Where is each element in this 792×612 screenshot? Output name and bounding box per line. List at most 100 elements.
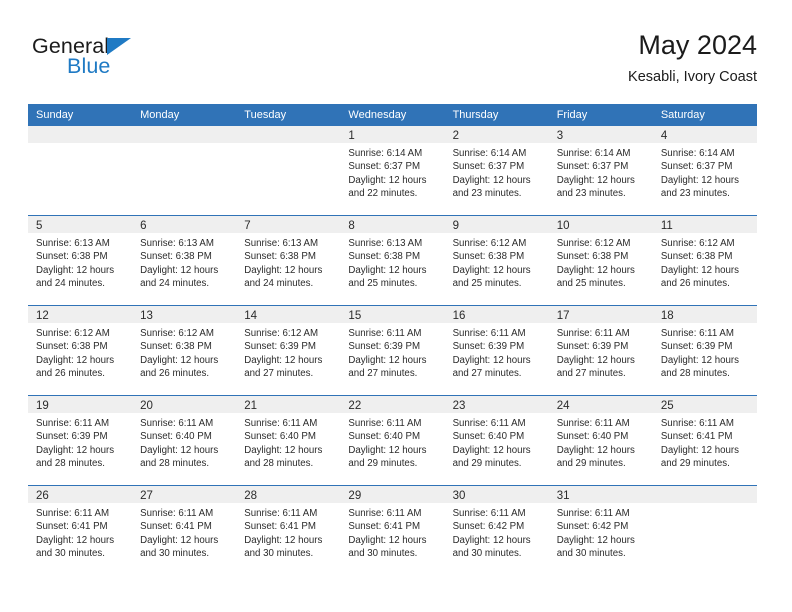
- day-detail-line: Daylight: 12 hours: [140, 264, 219, 276]
- calendar-day-cell[interactable]: 6 Sunrise: 6:13 AM Sunset: 6:38 PM Daylight…: [132, 216, 237, 305]
- day-detail-line: and 28 minutes.: [36, 457, 105, 469]
- day-number: 3: [556, 130, 564, 142]
- day-number-band: 21: [236, 396, 341, 413]
- day-details: Sunrise: 6:11 AM Sunset: 6:39 PM Daylight:…: [340, 323, 444, 380]
- day-number: 24: [556, 400, 570, 412]
- calendar-day-cell[interactable]: 31 Sunrise: 6:11 AM Sunset: 6:42 PM Dayligh…: [548, 486, 653, 575]
- calendar-day-cell[interactable]: 22 Sunrise: 6:11 AM Sunset: 6:40 PM Dayligh…: [340, 396, 445, 485]
- calendar-day-cell[interactable]: 24 Sunrise: 6:11 AM Sunset: 6:40 PM Dayligh…: [548, 396, 653, 485]
- day-number-band: 14: [236, 306, 341, 323]
- day-detail-line: Sunset: 6:39 PM: [452, 341, 525, 353]
- calendar-day-cell[interactable]: 28 Sunrise: 6:11 AM Sunset: 6:41 PM Dayligh…: [236, 486, 341, 575]
- calendar-day-cell-empty: [132, 126, 237, 215]
- day-details: Sunrise: 6:11 AM Sunset: 6:39 PM Daylight:…: [445, 323, 549, 380]
- calendar-day-cell[interactable]: 20 Sunrise: 6:11 AM Sunset: 6:40 PM Dayligh…: [132, 396, 237, 485]
- weekday-header-tuesday: Tuesday: [244, 109, 287, 121]
- day-number-band: 2: [444, 126, 549, 143]
- day-detail-line: and 30 minutes.: [348, 547, 418, 559]
- day-detail-line: Sunset: 6:39 PM: [556, 341, 629, 353]
- calendar-day-cell[interactable]: 19 Sunrise: 6:11 AM Sunset: 6:39 PM Dayligh…: [28, 396, 133, 485]
- calendar-week-row: 19 Sunrise: 6:11 AM Sunset: 6:39 PM Dayligh…: [28, 395, 757, 485]
- calendar-day-cell[interactable]: 30 Sunrise: 6:11 AM Sunset: 6:42 PM Dayligh…: [444, 486, 549, 575]
- day-detail-line: Daylight: 12 hours: [36, 534, 115, 546]
- weekday-header-row: Sunday Monday Tuesday Wednesday Thursday…: [28, 104, 757, 126]
- calendar-day-cell[interactable]: 5 Sunrise: 6:13 AM Sunset: 6:38 PM Daylight…: [28, 216, 133, 305]
- day-detail-line: Sunrise: 6:11 AM: [348, 508, 422, 519]
- day-number-band: 13: [132, 306, 237, 323]
- calendar-day-cell[interactable]: 1 Sunrise: 6:14 AM Sunset: 6:37 PM Daylight…: [340, 126, 445, 215]
- day-detail-line: Sunrise: 6:11 AM: [36, 508, 110, 519]
- calendar-day-cell[interactable]: 8 Sunrise: 6:13 AM Sunset: 6:38 PM Daylight…: [340, 216, 445, 305]
- day-detail-line: and 29 minutes.: [556, 457, 626, 469]
- calendar-day-cell[interactable]: 2 Sunrise: 6:14 AM Sunset: 6:37 PM Daylight…: [444, 126, 549, 215]
- day-detail-line: Sunset: 6:39 PM: [244, 341, 316, 353]
- day-number-band: [236, 126, 341, 143]
- day-detail-line: Sunset: 6:37 PM: [452, 161, 525, 173]
- day-number: 15: [348, 310, 362, 322]
- day-detail-line: Daylight: 12 hours: [556, 444, 635, 456]
- title-block: May 2024 Kesabli, Ivory Coast: [628, 28, 757, 88]
- calendar-day-cell[interactable]: 29 Sunrise: 6:11 AM Sunset: 6:41 PM Dayligh…: [340, 486, 445, 575]
- calendar-day-cell[interactable]: 16 Sunrise: 6:11 AM Sunset: 6:39 PM Dayligh…: [444, 306, 549, 395]
- calendar-day-cell[interactable]: 25 Sunrise: 6:11 AM Sunset: 6:41 PM Dayligh…: [652, 396, 757, 485]
- day-detail-line: Sunset: 6:40 PM: [452, 431, 525, 443]
- calendar-week-row: 12 Sunrise: 6:12 AM Sunset: 6:38 PM Dayligh…: [28, 305, 757, 395]
- day-detail-line: Daylight: 12 hours: [556, 264, 635, 276]
- day-detail-line: Sunset: 6:40 PM: [140, 431, 212, 443]
- calendar-day-cell[interactable]: 13 Sunrise: 6:12 AM Sunset: 6:38 PM Dayligh…: [132, 306, 237, 395]
- day-detail-line: Sunrise: 6:11 AM: [660, 418, 734, 429]
- day-detail-line: Daylight: 12 hours: [660, 264, 739, 276]
- day-number: 13: [140, 310, 153, 322]
- day-number: 6: [140, 220, 147, 232]
- calendar-day-cell[interactable]: 4 Sunrise: 6:14 AM Sunset: 6:37 PM Daylight…: [652, 126, 757, 215]
- weekday-header-wednesday: Wednesday: [348, 109, 407, 121]
- day-detail-line: Sunset: 6:38 PM: [36, 341, 108, 353]
- day-detail-line: Sunset: 6:37 PM: [348, 161, 421, 173]
- calendar-day-cell[interactable]: 18 Sunrise: 6:11 AM Sunset: 6:39 PM Dayligh…: [652, 306, 757, 395]
- day-detail-line: Sunset: 6:37 PM: [556, 161, 629, 173]
- day-number: 19: [36, 400, 49, 412]
- day-number: 29: [348, 490, 362, 502]
- day-number: 11: [660, 220, 673, 232]
- day-detail-line: Daylight: 12 hours: [348, 444, 427, 456]
- day-number: 25: [660, 400, 674, 412]
- calendar-day-cell[interactable]: 10 Sunrise: 6:12 AM Sunset: 6:38 PM Dayligh…: [548, 216, 653, 305]
- calendar-day-cell[interactable]: 11 Sunrise: 6:12 AM Sunset: 6:38 PM Dayligh…: [652, 216, 757, 305]
- day-details: Sunrise: 6:14 AM Sunset: 6:37 PM Daylight:…: [340, 143, 444, 200]
- day-detail-line: Sunset: 6:38 PM: [140, 251, 212, 263]
- day-detail-line: Sunrise: 6:11 AM: [556, 328, 630, 339]
- day-detail-line: Sunrise: 6:11 AM: [244, 508, 318, 519]
- day-detail-line: Sunset: 6:40 PM: [244, 431, 316, 443]
- day-detail-line: and 22 minutes.: [348, 187, 418, 199]
- calendar-day-cell[interactable]: 23 Sunrise: 6:11 AM Sunset: 6:40 PM Dayligh…: [444, 396, 549, 485]
- calendar-day-cell[interactable]: 3 Sunrise: 6:14 AM Sunset: 6:37 PM Daylight…: [548, 126, 653, 215]
- calendar-day-cell[interactable]: 14 Sunrise: 6:12 AM Sunset: 6:39 PM Dayligh…: [236, 306, 341, 395]
- calendar-day-cell[interactable]: 27 Sunrise: 6:11 AM Sunset: 6:41 PM Dayligh…: [132, 486, 237, 575]
- calendar-day-cell[interactable]: 9 Sunrise: 6:12 AM Sunset: 6:38 PM Daylight…: [444, 216, 549, 305]
- day-detail-line: Daylight: 12 hours: [452, 174, 531, 186]
- day-detail-line: Daylight: 12 hours: [452, 534, 531, 546]
- day-number-band: 28: [236, 486, 341, 503]
- calendar-day-cell[interactable]: 26 Sunrise: 6:11 AM Sunset: 6:41 PM Dayligh…: [28, 486, 133, 575]
- day-details: Sunrise: 6:12 AM Sunset: 6:38 PM Daylight:…: [549, 233, 653, 290]
- day-details: Sunrise: 6:14 AM Sunset: 6:37 PM Daylight:…: [445, 143, 549, 200]
- day-details: Sunrise: 6:12 AM Sunset: 6:38 PM Daylight:…: [445, 233, 549, 290]
- calendar-day-cell[interactable]: 7 Sunrise: 6:13 AM Sunset: 6:38 PM Daylight…: [236, 216, 341, 305]
- day-number-band: 31: [548, 486, 653, 503]
- day-detail-line: Daylight: 12 hours: [244, 444, 323, 456]
- day-number-band: 15: [340, 306, 445, 323]
- calendar-day-cell[interactable]: 21 Sunrise: 6:11 AM Sunset: 6:40 PM Dayligh…: [236, 396, 341, 485]
- brand-logo[interactable]: General Blue: [32, 34, 232, 90]
- day-number-band: [132, 126, 237, 143]
- day-details: [653, 503, 757, 507]
- day-number: 12: [36, 310, 49, 322]
- day-detail-line: Sunrise: 6:11 AM: [452, 328, 526, 339]
- day-number-band: 9: [444, 216, 549, 233]
- day-detail-line: Daylight: 12 hours: [452, 444, 531, 456]
- day-details: Sunrise: 6:14 AM Sunset: 6:37 PM Daylight:…: [653, 143, 757, 200]
- calendar-day-cell[interactable]: 12 Sunrise: 6:12 AM Sunset: 6:38 PM Dayligh…: [28, 306, 133, 395]
- day-details: Sunrise: 6:12 AM Sunset: 6:38 PM Daylight:…: [132, 323, 236, 380]
- calendar-day-cell[interactable]: 15 Sunrise: 6:11 AM Sunset: 6:39 PM Dayligh…: [340, 306, 445, 395]
- calendar-day-cell[interactable]: 17 Sunrise: 6:11 AM Sunset: 6:39 PM Dayligh…: [548, 306, 653, 395]
- day-detail-line: and 23 minutes.: [556, 187, 626, 199]
